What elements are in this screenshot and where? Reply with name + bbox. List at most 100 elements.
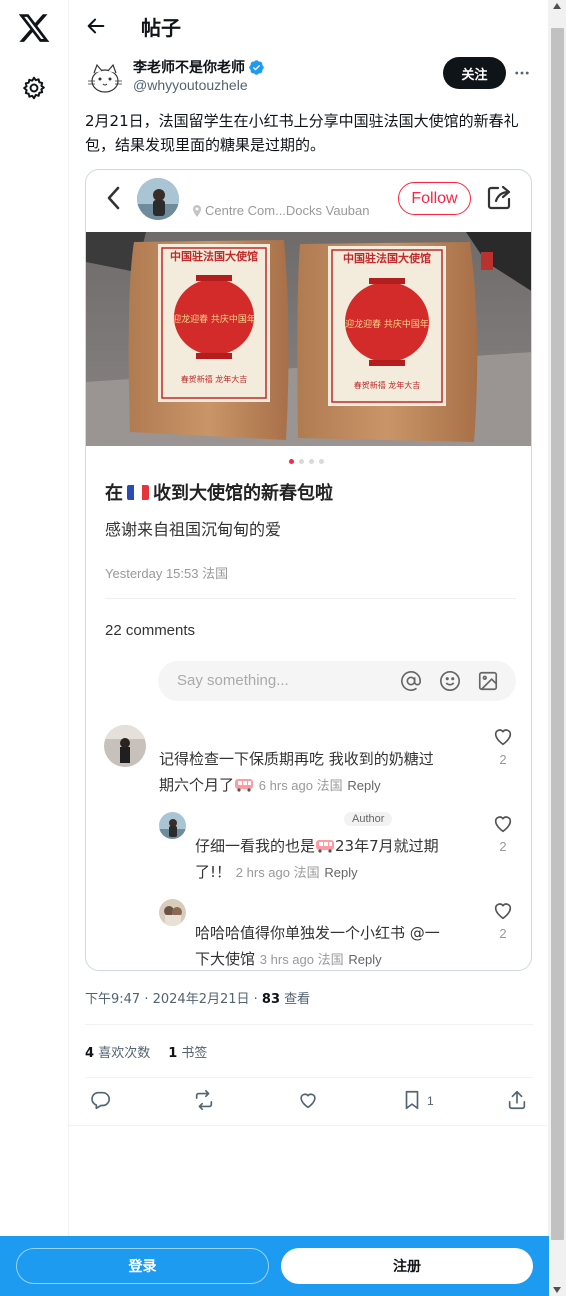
views-label: 查看 xyxy=(284,992,311,1007)
tweet-actions: 1 xyxy=(69,1089,549,1115)
xhs-header: Centre Com...Docks Vauban Follow xyxy=(86,170,531,230)
comment-time: 2 hrs ago 法国 xyxy=(235,865,320,880)
at-sign-icon xyxy=(401,671,421,691)
comment-text-cont: 了!！ xyxy=(195,863,232,881)
top-bar: 帖子 xyxy=(69,0,549,53)
xhs-post-title: 在 收到大使馆的新春包啦 xyxy=(105,479,333,505)
share-icon[interactable] xyxy=(506,1089,528,1111)
comment-like-count: 2 xyxy=(499,926,507,941)
author-row: 李老师不是你老师 @whyyoutouzhele 关注 xyxy=(69,53,549,103)
tweet-text: 2月21日，法国留学生在小红书上分享中国驻法国大使馆的新春礼包，结果发现里面的糖… xyxy=(85,112,519,154)
views-count: 83 xyxy=(261,992,281,1007)
xhs-comments-count: 22 comments xyxy=(105,622,196,639)
scrollbar-thumb[interactable] xyxy=(551,28,564,1240)
gear-icon[interactable] xyxy=(21,75,47,101)
xhs-post-description: 感谢来自祖国沉甸甸的爱 xyxy=(105,520,282,539)
follow-button[interactable]: 关注 xyxy=(443,57,506,89)
page-title: 帖子 xyxy=(141,16,181,40)
carousel-dot xyxy=(289,459,294,464)
comment-text: 哈哈哈值得你单独发一个小红书 @一 xyxy=(195,924,440,942)
comment-reply: Reply xyxy=(324,865,358,880)
location-pin-icon xyxy=(193,204,201,217)
comment-heart-icon xyxy=(494,816,512,833)
bottom-signup-bar: 登录 注册 xyxy=(0,1236,549,1296)
commenter-avatar xyxy=(159,899,186,926)
scroll-down-arrow-icon[interactable] xyxy=(553,1287,561,1293)
heart-icon[interactable] xyxy=(297,1089,319,1111)
author-handle[interactable]: @whyyoutouzhele xyxy=(133,77,248,93)
likes-count: 4 xyxy=(85,1046,95,1061)
commenter-avatar xyxy=(104,725,146,767)
divider xyxy=(85,1024,533,1025)
xhs-title-after: 收到大使馆的新春包啦 xyxy=(153,483,333,504)
carousel-dots xyxy=(289,459,324,464)
gift-bags-photo: 中国驻法国大使馆 迎龙迎春 共庆中国年 春贺新禧 龙年大吉 中国驻法国大使馆 迎… xyxy=(86,232,531,446)
comment-text: 记得检查一下保质期再吃 我收到的奶糖过 xyxy=(159,750,434,768)
comment-time: 6 hrs ago 法国 xyxy=(258,778,343,793)
comment-text-cont: 期六个月了 xyxy=(159,776,235,794)
likes-stat[interactable]: 4 喜欢次数 xyxy=(85,1042,150,1061)
comment-heart-icon xyxy=(494,903,512,920)
comment-reply: Reply xyxy=(348,952,382,967)
xhs-post-date: Yesterday 15:53 法国 xyxy=(105,566,229,581)
emoji-icon xyxy=(440,671,460,691)
bookmark-icon[interactable] xyxy=(401,1089,423,1111)
comment-reply: Reply xyxy=(347,778,381,793)
bus-emoji-icon xyxy=(316,840,335,853)
signup-button[interactable]: 注册 xyxy=(281,1248,533,1284)
share-out-icon xyxy=(487,185,511,210)
arrow-left-icon[interactable] xyxy=(85,15,107,37)
comment-text-cont: 下大使馆 xyxy=(195,950,256,968)
more-horizontal-icon[interactable] xyxy=(513,64,531,82)
x-logo-icon[interactable] xyxy=(17,11,51,45)
tweet-stats: 4 喜欢次数 1 书签 xyxy=(85,1042,207,1061)
reply-icon[interactable] xyxy=(89,1089,111,1111)
france-flag-icon xyxy=(127,484,149,500)
carousel-dot xyxy=(319,459,324,464)
comment-heart-icon xyxy=(494,729,512,746)
comment-like-count: 2 xyxy=(499,752,507,767)
bag-footer-left: 春贺新禧 龙年大吉 xyxy=(181,374,248,384)
tweet-time[interactable]: 下午9:47 xyxy=(85,992,140,1007)
avatar[interactable] xyxy=(85,57,125,97)
comment-like-count: 2 xyxy=(499,839,507,854)
tweet-timestamp: 下午9:47 · 2024年2月21日 · 83 查看 xyxy=(85,992,311,1007)
bookmark-action-count: 1 xyxy=(427,1094,434,1108)
author-display-name: 李老师不是你老师 xyxy=(133,60,245,76)
embedded-screenshot[interactable]: Centre Com...Docks Vauban Follow 中国驻法国大使… xyxy=(85,169,532,971)
bus-emoji-icon xyxy=(235,779,254,792)
bag-lantern-left: 迎龙迎春 共庆中国年 xyxy=(172,313,256,325)
retweet-icon[interactable] xyxy=(193,1089,215,1111)
bag-label-left: 中国驻法国大使馆 xyxy=(170,249,258,263)
left-rail xyxy=(0,0,69,1296)
divider xyxy=(85,1077,533,1078)
likes-label: 喜欢次数 xyxy=(98,1046,151,1061)
carousel-dot xyxy=(309,459,314,464)
scroll-up-arrow-icon[interactable] xyxy=(553,3,561,9)
tweet-date[interactable]: 2024年2月21日 xyxy=(153,992,250,1007)
main-column: 帖子 李老师不是你老师 @whyyoutouzhele 关注 2月21日，法国留… xyxy=(69,0,549,1296)
divider xyxy=(69,1125,549,1126)
divider xyxy=(105,598,516,599)
xhs-follow-button: Follow xyxy=(398,182,471,215)
login-button[interactable]: 登录 xyxy=(16,1248,269,1284)
bag-footer-right: 春贺新禧 龙年大吉 xyxy=(354,380,421,390)
chevron-left-icon xyxy=(107,186,120,210)
xhs-comment-input: Say something... xyxy=(158,661,516,701)
xhs-location-text: Centre Com...Docks Vauban xyxy=(205,203,370,218)
scrollbar[interactable] xyxy=(549,0,566,1296)
bag-lantern-right: 迎龙迎春 共庆中国年 xyxy=(345,318,429,330)
commenter-avatar xyxy=(159,812,186,839)
verified-badge-icon xyxy=(249,59,264,75)
image-icon xyxy=(478,671,498,691)
comment-text: 仔细一看我的也是 xyxy=(195,837,316,855)
bag-label-right: 中国驻法国大使馆 xyxy=(343,251,431,265)
comment-text-b: 23年7月就过期 xyxy=(335,837,439,855)
xhs-location: Centre Com...Docks Vauban xyxy=(192,203,370,218)
bookmarks-stat: 1 书签 xyxy=(168,1042,207,1061)
bookmarks-label: 书签 xyxy=(181,1046,208,1061)
author-name[interactable]: 李老师不是你老师 xyxy=(133,57,265,77)
comment-time: 3 hrs ago 法国 xyxy=(259,952,344,967)
author-badge: Author xyxy=(344,812,393,826)
xhs-input-placeholder: Say something... xyxy=(177,672,289,689)
